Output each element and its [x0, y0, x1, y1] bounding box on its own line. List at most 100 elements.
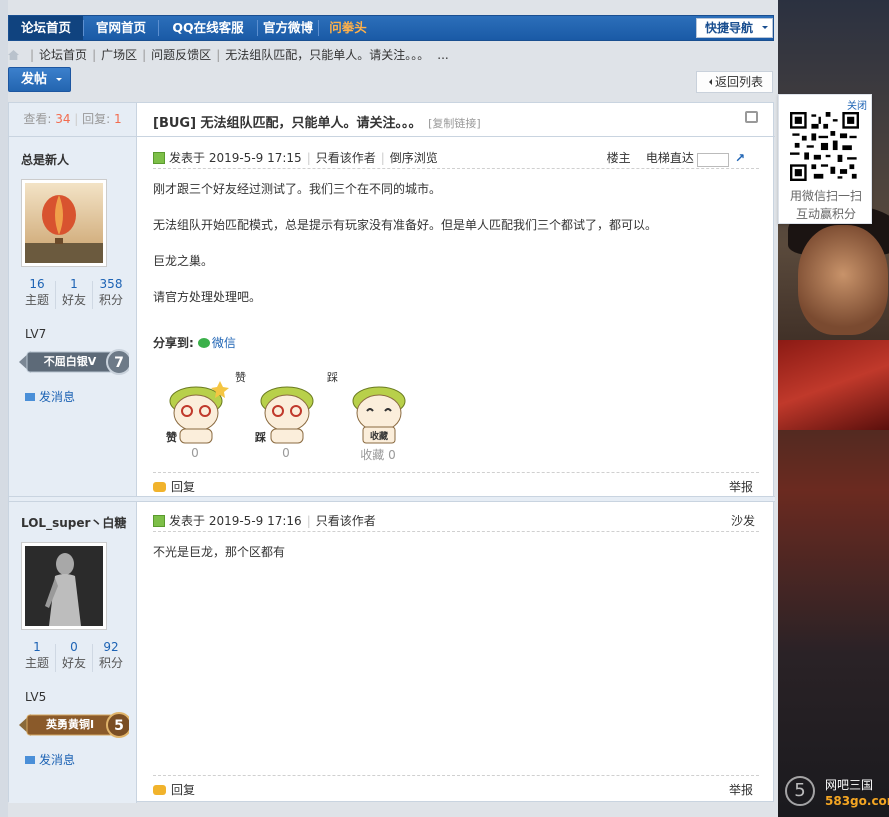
new-post-button[interactable]: 发帖 — [8, 67, 71, 92]
top-nav: 论坛首页 官网首页 QQ在线客服 官方微博 问拳头 快捷导航 — [8, 15, 774, 41]
breadcrumb-separator: | — [216, 48, 221, 62]
user-level: LV7 — [25, 327, 47, 341]
topics-count[interactable]: 1 — [19, 640, 55, 654]
nav-official-home[interactable]: 官网首页 — [84, 16, 158, 40]
avatar-balloon-image — [25, 183, 103, 263]
cat-mascot-icon: 收藏 — [352, 386, 406, 444]
views-count: 34 — [55, 112, 71, 126]
post-footer: 回复 举报 — [153, 775, 759, 798]
friends-count[interactable]: 0 — [56, 640, 92, 654]
report-button[interactable]: 举报 — [729, 478, 753, 495]
reaction-label: 赞 — [235, 371, 246, 384]
send-message-link[interactable]: 发消息 — [25, 388, 75, 405]
like-count: 0 — [191, 446, 199, 460]
mail-icon — [25, 756, 35, 764]
floor-label: 楼主 — [606, 151, 631, 165]
share-row: 分享到: 微信 — [153, 334, 236, 351]
user-level: LV5 — [25, 690, 47, 704]
reply-icon — [153, 482, 166, 492]
print-icon[interactable] — [745, 111, 758, 123]
online-status-icon — [153, 152, 165, 164]
reaction-sign: 赞 — [165, 430, 177, 444]
new-post-label: 发帖 — [21, 72, 48, 87]
replies-count: 1 — [114, 112, 122, 126]
friends-label: 好友 — [61, 293, 86, 307]
report-button[interactable]: 举报 — [729, 781, 753, 798]
rank-badge-icon: 7 不屈白银V — [19, 349, 132, 375]
post-paragraph: 无法组队开始匹配模式，总是提示有玩家没有准备好。但是单人匹配我们三个都试了，都可… — [153, 218, 658, 232]
thread-header: 查看: 34 | 回复: 1 [BUG] 无法组队匹配，只能单人。请关注。。。 … — [9, 103, 775, 137]
reply-button[interactable]: 回复 — [153, 781, 195, 798]
watermark-logo: 5 — [785, 776, 815, 806]
post-time: 发表于 2019-5-9 17:15 — [169, 151, 302, 165]
floor-number-input[interactable] — [696, 152, 729, 167]
badge-name: 英勇黄铜I — [45, 717, 94, 731]
cat-mascot-icon: 赞 — [165, 381, 229, 444]
breadcrumb-item[interactable]: 问题反馈区 — [151, 48, 211, 62]
friends-count[interactable]: 1 — [56, 277, 92, 291]
share-wechat-label: 微信 — [211, 336, 236, 350]
points-count[interactable]: 92 — [93, 640, 129, 654]
meta-divider: | — [306, 151, 311, 165]
copy-link-button[interactable]: [复制链接] — [428, 117, 481, 130]
home-icon[interactable] — [8, 50, 19, 60]
post-meta: 发表于 2019-5-9 17:16 | 只看该作者 沙发 — [153, 512, 759, 532]
nav-ask-riot[interactable]: 问拳头 — [319, 16, 377, 40]
thread-stats: 查看: 34 | 回复: 1 — [9, 103, 137, 136]
meta-divider: | — [380, 151, 385, 165]
avatar[interactable] — [21, 179, 107, 267]
breadcrumb-more: ... — [437, 48, 449, 62]
quick-nav-dropdown[interactable]: 快捷导航 — [696, 18, 773, 38]
topics-count[interactable]: 16 — [19, 277, 55, 291]
meta-divider: | — [306, 514, 311, 528]
share-wechat-button[interactable]: 微信 — [197, 336, 236, 350]
send-message-link[interactable]: 发消息 — [25, 751, 75, 768]
watermark-site: 网吧三国 — [825, 778, 874, 792]
chevron-down-icon — [762, 26, 768, 32]
qr-code-icon — [790, 112, 859, 181]
badge-number: 7 — [114, 355, 124, 371]
quick-nav-label: 快捷导航 — [705, 21, 754, 35]
back-to-list-button[interactable]: 返回列表 — [696, 71, 773, 93]
share-label: 分享到: — [153, 336, 194, 350]
only-author-link[interactable]: 只看该作者 — [316, 514, 376, 528]
reaction-dislike[interactable]: 踩 0 — [247, 373, 325, 463]
reverse-order-link[interactable]: 倒序浏览 — [390, 151, 438, 165]
post-paragraph: 巨龙之巢。 — [153, 254, 214, 268]
go-icon[interactable]: ↗ — [735, 151, 745, 165]
nav-weibo[interactable]: 官方微博 — [258, 16, 318, 40]
favorite-count: 0 — [388, 448, 396, 462]
reaction-favorite[interactable]: 收藏 收藏 0 — [339, 373, 417, 463]
breadcrumb-current: 无法组队匹配，只能单人。请关注。。。 — [225, 48, 430, 62]
views-label: 查看: — [23, 112, 52, 126]
only-author-link[interactable]: 只看该作者 — [316, 151, 376, 165]
breadcrumb-item[interactable]: 论坛首页 — [39, 48, 87, 62]
badge-name: 不屈白银V — [44, 354, 97, 368]
nav-qq-service[interactable]: QQ在线客服 — [159, 16, 257, 40]
elevator-label: 电梯直达 — [645, 151, 694, 165]
reply-label: 回复 — [171, 783, 196, 797]
reply-button[interactable]: 回复 — [153, 478, 195, 495]
post-separator — [9, 496, 775, 502]
reaction-like[interactable]: 赞 0 — [156, 373, 234, 463]
avatar-person-image — [25, 546, 103, 626]
points-label: 积分 — [98, 293, 123, 307]
post-body: 刚才跟三个好友经过测试了。我们三个在不同的城市。 无法组队开始匹配模式，总是提示… — [153, 180, 657, 306]
send-message-label: 发消息 — [39, 390, 76, 404]
author-stats: 1 主题 0 好友 92 积分 — [19, 640, 129, 676]
breadcrumb-item[interactable]: 广场区 — [101, 48, 137, 62]
rank-badge-bronze: 5 英勇黄铜I — [17, 710, 132, 740]
post-author-name[interactable]: 总是新人 — [21, 151, 69, 168]
breadcrumb-separator: | — [30, 48, 35, 62]
floor-jump: 楼主 电梯直达 ↗ — [607, 149, 745, 167]
post-author-name[interactable]: LOL_super丶白糖 — [21, 514, 126, 531]
floor-label: 沙发 — [730, 514, 755, 528]
cat-mascot-icon: 踩 — [255, 386, 314, 444]
breadcrumb: | 论坛首页 | 广场区 | 问题反馈区 | 无法组队匹配，只能单人。请关注。。。... — [8, 46, 449, 64]
nav-forum-home[interactable]: 论坛首页 — [9, 16, 83, 40]
reply-label: 回复 — [171, 480, 196, 494]
qr-close-button[interactable]: 关闭 — [847, 97, 867, 112]
points-count[interactable]: 358 — [93, 277, 129, 291]
avatar[interactable] — [21, 542, 107, 630]
friends-label: 好友 — [61, 656, 86, 670]
